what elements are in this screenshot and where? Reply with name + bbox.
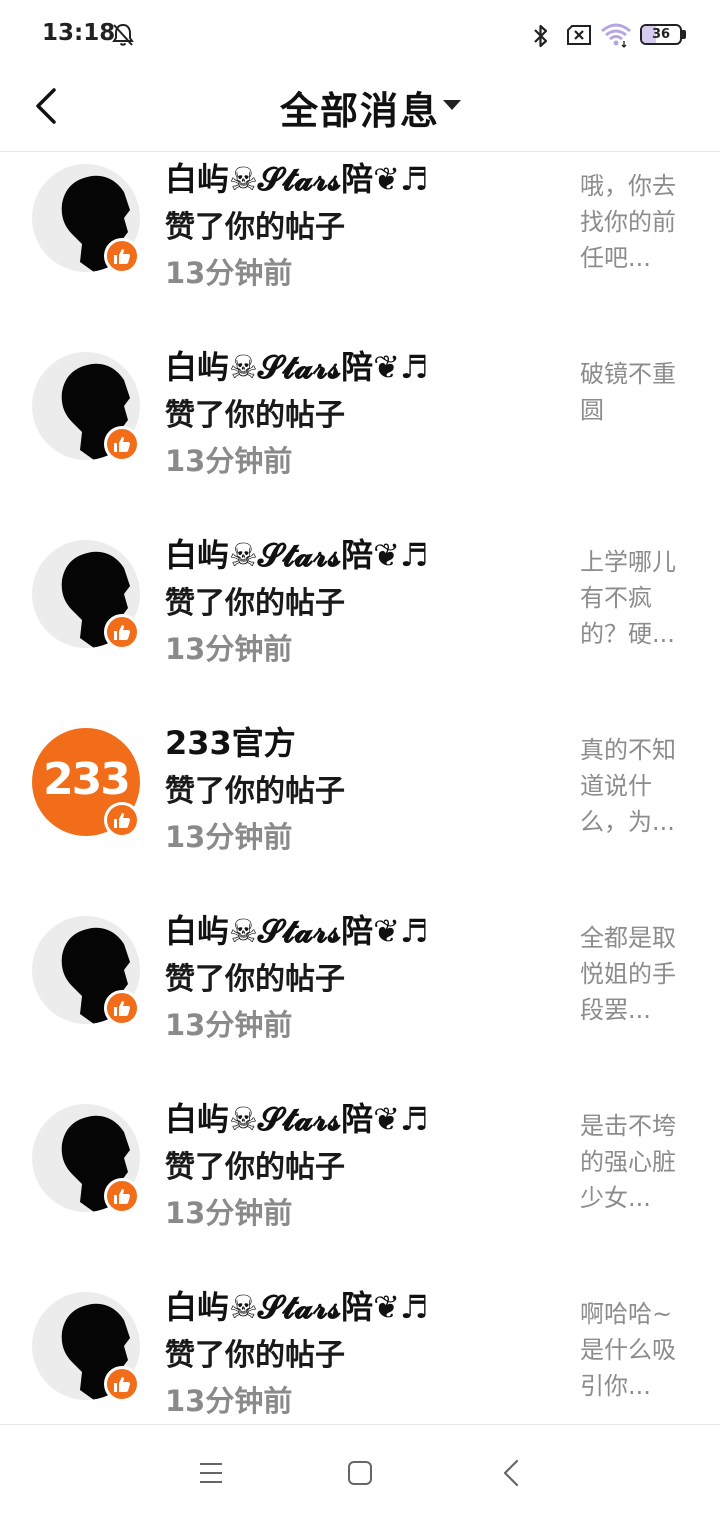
- sender-name: 白屿☠𝓢𝓽𝓪𝓻𝓼陪❦♬: [165, 1288, 429, 1326]
- action-text: 赞了你的帖子: [165, 210, 345, 245]
- wifi-icon: [601, 23, 631, 48]
- action-text: 赞了你的帖子: [165, 1338, 345, 1373]
- action-text: 赞了你的帖子: [165, 774, 345, 809]
- back-triangle-icon[interactable]: [500, 1459, 522, 1487]
- status-bar: 13:18 36: [0, 0, 720, 68]
- action-text: 赞了你的帖子: [165, 962, 345, 997]
- message-item[interactable]: 白屿☠𝓢𝓽𝓪𝓻𝓼陪❦♬ 赞了你的帖子 13分钟前 是击不垮 的强心脏 少女...: [0, 1092, 720, 1280]
- thumbs-up-icon: [104, 990, 140, 1026]
- home-square-icon[interactable]: [347, 1460, 373, 1486]
- battery-indicator: 36: [640, 24, 686, 45]
- post-snippet: 哦，你去 找你的前 任吧...: [580, 172, 676, 272]
- sender-name: 白屿☠𝓢𝓽𝓪𝓻𝓼陪❦♬: [165, 348, 429, 386]
- post-snippet: 啊哈哈~ 是什么吸 引你...: [580, 1300, 676, 1400]
- timestamp: 13分钟前: [165, 1196, 293, 1230]
- message-item[interactable]: 233 233官方 赞了你的帖子 13分钟前 真的不知 道说什 么，为...: [0, 716, 720, 904]
- avatar-233-logo: 233: [43, 754, 131, 805]
- thumbs-up-icon: [104, 802, 140, 838]
- timestamp: 13分钟前: [165, 444, 293, 478]
- thumbs-up-icon: [104, 614, 140, 650]
- message-item[interactable]: 白屿☠𝓢𝓽𝓪𝓻𝓼陪❦♬ 赞了你的帖子 13分钟前 破镜不重 圆: [0, 340, 720, 528]
- timestamp: 13分钟前: [165, 256, 293, 290]
- caret-down-icon[interactable]: [442, 98, 462, 112]
- thumbs-up-icon: [104, 1366, 140, 1402]
- thumbs-up-icon: [104, 426, 140, 462]
- action-text: 赞了你的帖子: [165, 1150, 345, 1185]
- action-text: 赞了你的帖子: [165, 398, 345, 433]
- action-text: 赞了你的帖子: [165, 586, 345, 621]
- post-snippet: 上学哪儿 有不疯 的？硬...: [580, 548, 676, 648]
- timestamp: 13分钟前: [165, 1008, 293, 1042]
- bell-muted-icon: [112, 23, 134, 46]
- post-snippet: 真的不知 道说什 么，为...: [580, 736, 676, 836]
- menu-icon[interactable]: [198, 1461, 224, 1485]
- thumbs-up-icon: [104, 238, 140, 274]
- message-item[interactable]: 白屿☠𝓢𝓽𝓪𝓻𝓼陪❦♬ 赞了你的帖子 13分钟前 全都是取 悦姐的手 段罢...: [0, 904, 720, 1092]
- sender-name: 白屿☠𝓢𝓽𝓪𝓻𝓼陪❦♬: [165, 1100, 429, 1138]
- sender-name: 白屿☠𝓢𝓽𝓪𝓻𝓼陪❦♬: [165, 536, 429, 574]
- timestamp: 13分钟前: [165, 632, 293, 666]
- battery-level: 36: [651, 27, 671, 42]
- status-time: 13:18: [42, 20, 116, 46]
- sender-name: 白屿☠𝓢𝓽𝓪𝓻𝓼陪❦♬: [165, 160, 429, 198]
- sender-name: 233官方: [165, 724, 296, 762]
- thumbs-up-icon: [104, 1178, 140, 1214]
- message-list: 白屿☠𝓢𝓽𝓪𝓻𝓼陪❦♬ 赞了你的帖子 13分钟前 哦，你去 找你的前 任吧...…: [0, 152, 720, 1424]
- post-snippet: 是击不垮 的强心脏 少女...: [580, 1112, 676, 1212]
- message-item[interactable]: 白屿☠𝓢𝓽𝓪𝓻𝓼陪❦♬ 赞了你的帖子 13分钟前 啊哈哈~ 是什么吸 引你...: [0, 1280, 720, 1424]
- system-nav-bar: [0, 1424, 720, 1520]
- message-item[interactable]: 白屿☠𝓢𝓽𝓪𝓻𝓼陪❦♬ 赞了你的帖子 13分钟前 哦，你去 找你的前 任吧...: [0, 152, 720, 340]
- no-sim-icon: [567, 25, 591, 45]
- sender-name: 白屿☠𝓢𝓽𝓪𝓻𝓼陪❦♬: [165, 912, 429, 950]
- post-snippet: 全都是取 悦姐的手 段罢...: [580, 924, 676, 1024]
- timestamp: 13分钟前: [165, 820, 293, 854]
- page-title[interactable]: 全部消息: [0, 80, 720, 135]
- timestamp: 13分钟前: [165, 1384, 293, 1418]
- header: 全部消息: [0, 68, 720, 152]
- message-item[interactable]: 白屿☠𝓢𝓽𝓪𝓻𝓼陪❦♬ 赞了你的帖子 13分钟前 上学哪儿 有不疯 的？硬...: [0, 528, 720, 716]
- post-snippet: 破镜不重 圆: [580, 360, 676, 424]
- bluetooth-icon: [534, 24, 548, 48]
